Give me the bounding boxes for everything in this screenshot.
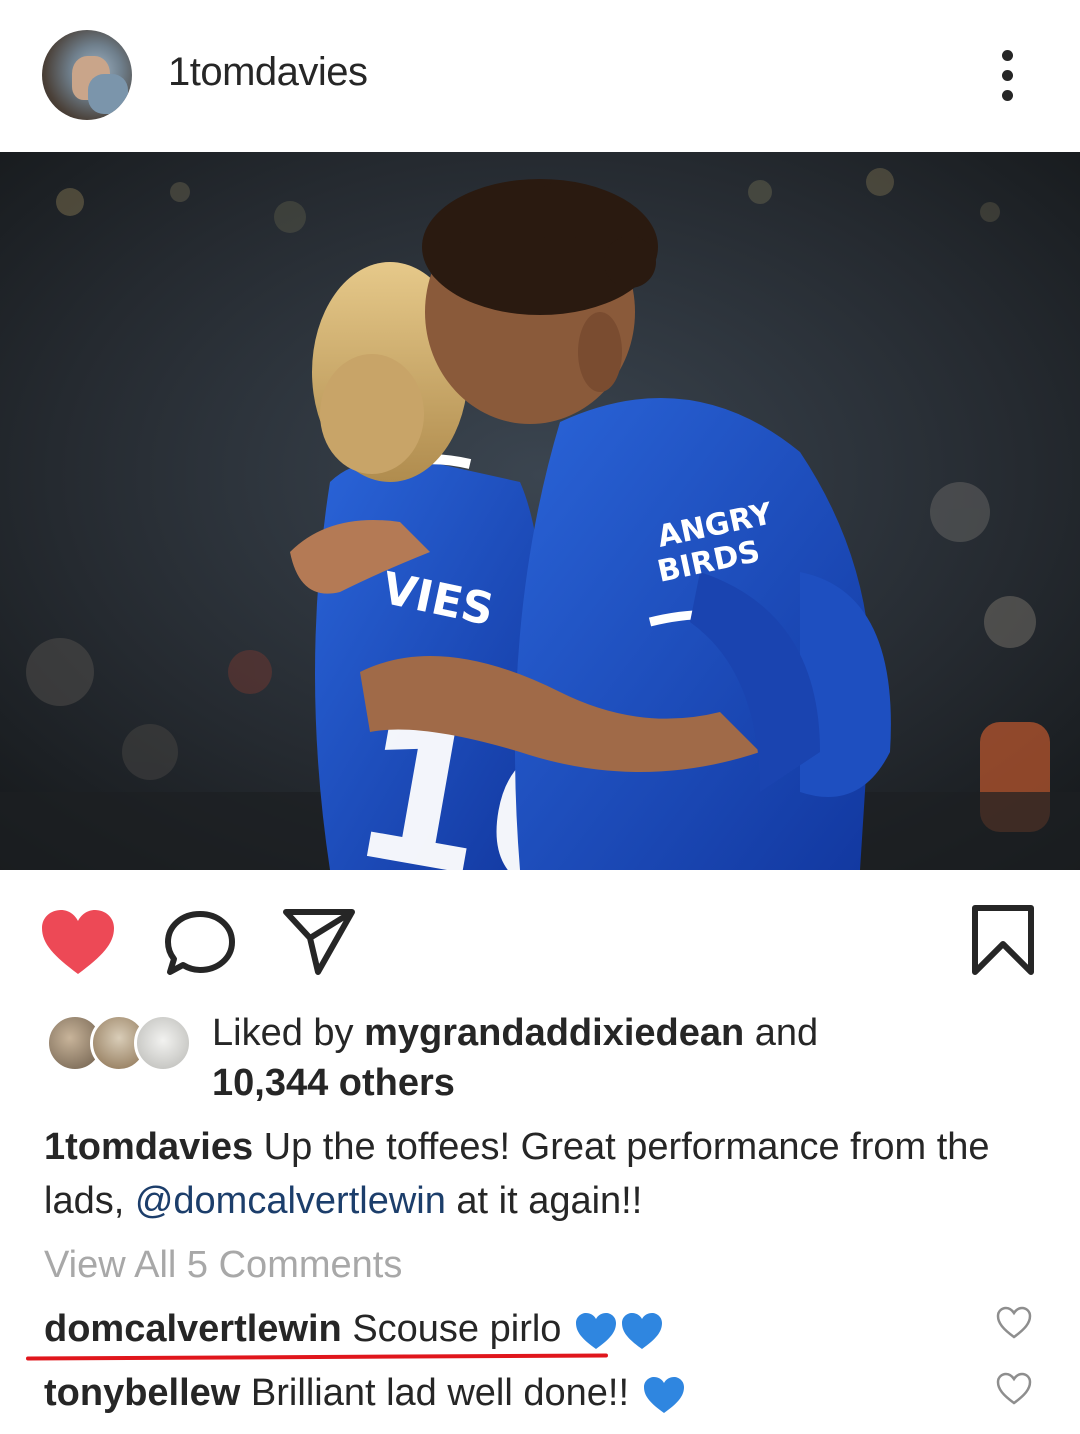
post-username[interactable]: 1tomdavies — [168, 50, 368, 95]
blue-heart-icon — [576, 1312, 616, 1349]
comment-text: Scouse pirlo — [341, 1308, 572, 1350]
comment-username[interactable]: domcalvertlewin — [44, 1308, 342, 1350]
likes-text[interactable]: Liked by mygrandaddixiedean and 10,344 ot… — [212, 1008, 1032, 1108]
post-header: 1tomdavies — [0, 0, 1080, 152]
comment-username[interactable]: tonybellew — [44, 1372, 240, 1414]
post-caption: 1tomdavies Up the toffees! Great perform… — [44, 1120, 1044, 1228]
liker-username[interactable]: mygrandaddixiedean — [364, 1012, 744, 1054]
caption-username[interactable]: 1tomdavies — [44, 1126, 253, 1168]
caption-mention[interactable]: @domcalvertlewin — [135, 1180, 446, 1222]
avatar-shirt — [88, 74, 128, 114]
red-underline-annotation — [25, 1353, 609, 1361]
comment-like-icon[interactable] — [996, 1372, 1032, 1406]
comment-item: tonybellew Brilliant lad well done!! — [44, 1368, 984, 1418]
view-all-comments-link[interactable]: View All 5 Comments — [44, 1244, 402, 1287]
comment-icon[interactable] — [164, 910, 236, 978]
photo-illustration: VIES 16 ANGRY BIRDS — [0, 152, 1080, 870]
profile-avatar[interactable] — [42, 30, 132, 120]
liker-avatar — [134, 1014, 192, 1072]
more-options-icon[interactable] — [988, 46, 1028, 106]
caption-text-end: at it again!! — [445, 1180, 643, 1222]
post-actions — [0, 870, 1080, 1000]
like-heart-icon[interactable] — [40, 908, 116, 976]
likes-and: and — [744, 1012, 819, 1054]
blue-heart-icon — [622, 1312, 662, 1349]
post-photo[interactable]: VIES 16 ANGRY BIRDS — [0, 152, 1080, 870]
blue-heart-icon — [643, 1376, 684, 1413]
comment-like-icon[interactable] — [996, 1306, 1032, 1340]
comment-item: domcalvertlewin Scouse pirlo — [44, 1304, 984, 1354]
likes-summary: Liked by mygrandaddixiedean and 10,344 ot… — [46, 1008, 1046, 1108]
share-icon[interactable] — [282, 908, 356, 976]
bookmark-icon[interactable] — [970, 904, 1036, 976]
comment-text: Brilliant lad well done!! — [240, 1372, 640, 1414]
likes-count[interactable]: 10,344 others — [212, 1062, 455, 1104]
likes-prefix: Liked by — [212, 1012, 365, 1054]
liker-avatars[interactable] — [46, 1014, 196, 1074]
